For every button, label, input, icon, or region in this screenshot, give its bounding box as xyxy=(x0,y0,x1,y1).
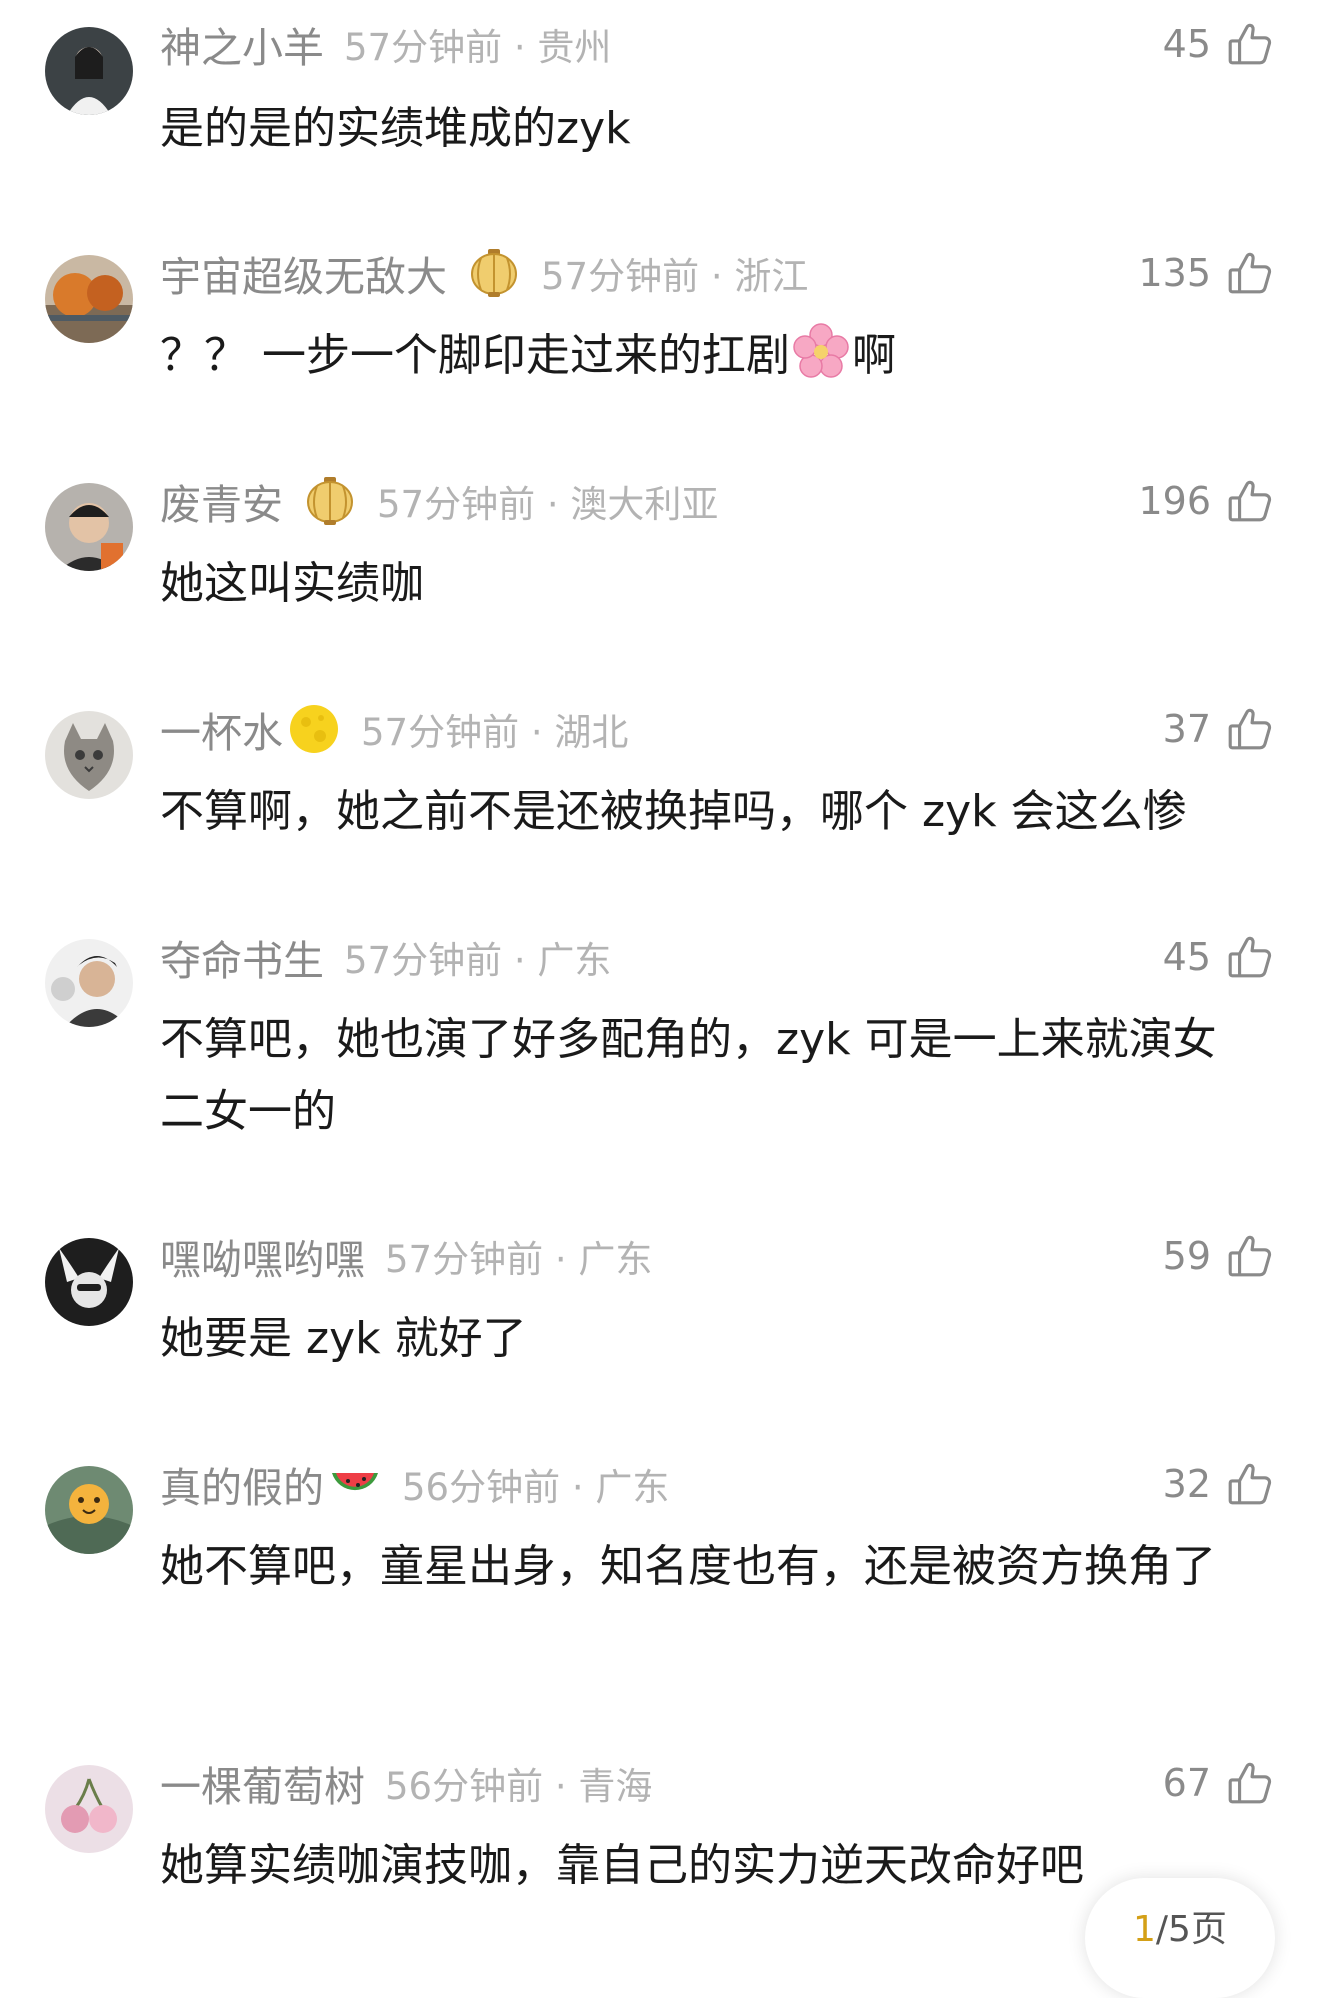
location: 广东 xyxy=(578,1238,653,1281)
watermelon-badge-icon xyxy=(328,1457,382,1511)
cherry-blossom-emoji xyxy=(792,322,850,380)
avatar[interactable] xyxy=(45,1238,133,1326)
timestamp: 57分钟前 xyxy=(385,1238,544,1281)
comment-header: 一棵葡萄树 56分钟前 · 青海 xyxy=(160,1755,652,1811)
comment-text-part: ？？ 一步一个脚印走过来的扛剧 xyxy=(160,330,790,381)
username[interactable]: 一杯水 xyxy=(160,699,283,759)
like-button[interactable]: 32 xyxy=(1163,1456,1275,1512)
username[interactable]: 一棵葡萄树 xyxy=(160,1753,365,1813)
like-count: 196 xyxy=(1138,479,1211,523)
comment-text: ？？ 一步一个脚印走过来的扛剧 啊 xyxy=(160,320,1260,392)
location: 广东 xyxy=(537,939,612,982)
location: 青海 xyxy=(578,1765,653,1808)
like-count: 59 xyxy=(1162,1234,1211,1278)
location: 广东 xyxy=(595,1466,670,1509)
like-count: 67 xyxy=(1162,1761,1211,1805)
comment-text-part: 啊 xyxy=(852,330,896,381)
comment-text: 她算实绩咖演技咖，靠自己的实力逆天改命好吧 xyxy=(160,1840,1084,1891)
comment-text: 不算啊，她之前不是还被换掉吗，哪个 zyk 会这么惨 xyxy=(160,786,1187,837)
location: 澳大利亚 xyxy=(570,483,719,526)
thumbs-up-icon xyxy=(1225,476,1275,526)
username[interactable]: 神之小羊 xyxy=(160,14,324,74)
username[interactable]: 废青安 xyxy=(160,471,283,531)
like-count: 32 xyxy=(1162,1462,1211,1506)
avatar[interactable] xyxy=(45,1466,133,1554)
username[interactable]: 宇宙超级无敌大 xyxy=(160,243,447,303)
current-page: 1 xyxy=(1133,1909,1156,1950)
thumbs-up-icon xyxy=(1225,1758,1275,1808)
avatar[interactable] xyxy=(45,711,133,799)
like-button[interactable]: 67 xyxy=(1163,1755,1275,1811)
like-button[interactable]: 196 xyxy=(1138,473,1275,529)
total-pages: /5页 xyxy=(1155,1909,1227,1950)
comment-text: 她这叫实绩咖 xyxy=(160,558,424,609)
avatar[interactable] xyxy=(45,483,133,571)
timestamp: 57分钟前 xyxy=(541,255,700,298)
avatar[interactable] xyxy=(45,27,133,115)
like-count: 45 xyxy=(1162,22,1211,66)
like-count: 135 xyxy=(1138,251,1211,295)
like-count: 37 xyxy=(1162,707,1211,751)
lantern-badge-icon xyxy=(467,246,521,300)
avatar[interactable] xyxy=(45,939,133,1027)
thumbs-up-icon xyxy=(1225,704,1275,754)
comment-header: 嘿呦嘿哟嘿 57分钟前 · 广东 xyxy=(160,1228,652,1284)
thumbs-up-icon xyxy=(1225,932,1275,982)
time-location: 57分钟前 · 浙江 xyxy=(541,255,809,298)
location: 贵州 xyxy=(537,26,612,69)
timestamp: 57分钟前 xyxy=(377,483,536,526)
username[interactable]: 夺命书生 xyxy=(160,927,324,987)
comment-header: 真的假的 56分钟前 · 广东 xyxy=(160,1456,669,1512)
time-location: 57分钟前 · 贵州 xyxy=(344,26,612,69)
username[interactable]: 嘿呦嘿哟嘿 xyxy=(160,1226,365,1286)
like-count: 45 xyxy=(1162,935,1211,979)
comment-text: 不算吧，她也演了好多配角的，zyk 可是一上来就演女二女一的 xyxy=(160,1014,1217,1137)
thumbs-up-icon xyxy=(1225,1231,1275,1281)
timestamp: 57分钟前 xyxy=(344,26,503,69)
like-button[interactable]: 45 xyxy=(1163,16,1275,72)
avatar[interactable] xyxy=(45,1765,133,1853)
page-indicator[interactable]: 1/5页 xyxy=(1085,1878,1275,1998)
timestamp: 57分钟前 xyxy=(344,939,503,982)
timestamp: 56分钟前 xyxy=(402,1466,561,1509)
comment-header: 夺命书生 57分钟前 · 广东 xyxy=(160,929,611,985)
thumbs-up-icon xyxy=(1225,1459,1275,1509)
comment-header: 神之小羊 57分钟前 · 贵州 xyxy=(160,16,611,72)
time-location: 57分钟前 · 澳大利亚 xyxy=(377,483,719,526)
lantern-badge-icon xyxy=(303,474,357,528)
comment-header: 宇宙超级无敌大 57分钟前 · 浙江 xyxy=(160,245,808,301)
username[interactable]: 真的假的 xyxy=(160,1454,324,1514)
location: 湖北 xyxy=(554,711,629,754)
time-location: 56分钟前 · 广东 xyxy=(402,1466,670,1509)
comment-text: 她不算吧，童星出身，知名度也有，还是被资方换角了 xyxy=(160,1541,1216,1592)
comment-header: 废青安 57分钟前 · 澳大利亚 xyxy=(160,473,718,529)
like-button[interactable]: 59 xyxy=(1163,1228,1275,1284)
thumbs-up-icon xyxy=(1225,248,1275,298)
comment-header: 一杯水 57分钟前 · 湖北 xyxy=(160,701,628,757)
timestamp: 57分钟前 xyxy=(361,711,520,754)
timestamp: 56分钟前 xyxy=(385,1765,544,1808)
avatar[interactable] xyxy=(45,255,133,343)
like-button[interactable]: 37 xyxy=(1163,701,1275,757)
time-location: 57分钟前 · 广东 xyxy=(344,939,612,982)
time-location: 56分钟前 · 青海 xyxy=(385,1765,653,1808)
time-location: 57分钟前 · 湖北 xyxy=(361,711,629,754)
time-location: 57分钟前 · 广东 xyxy=(385,1238,653,1281)
location: 浙江 xyxy=(734,255,809,298)
like-button[interactable]: 45 xyxy=(1163,929,1275,985)
comment-text: 她要是 zyk 就好了 xyxy=(160,1313,527,1364)
comment-text: 是的是的实绩堆成的zyk xyxy=(160,103,631,154)
like-button[interactable]: 135 xyxy=(1138,245,1275,301)
thumbs-up-icon xyxy=(1225,19,1275,69)
moon-badge-icon xyxy=(287,702,341,756)
